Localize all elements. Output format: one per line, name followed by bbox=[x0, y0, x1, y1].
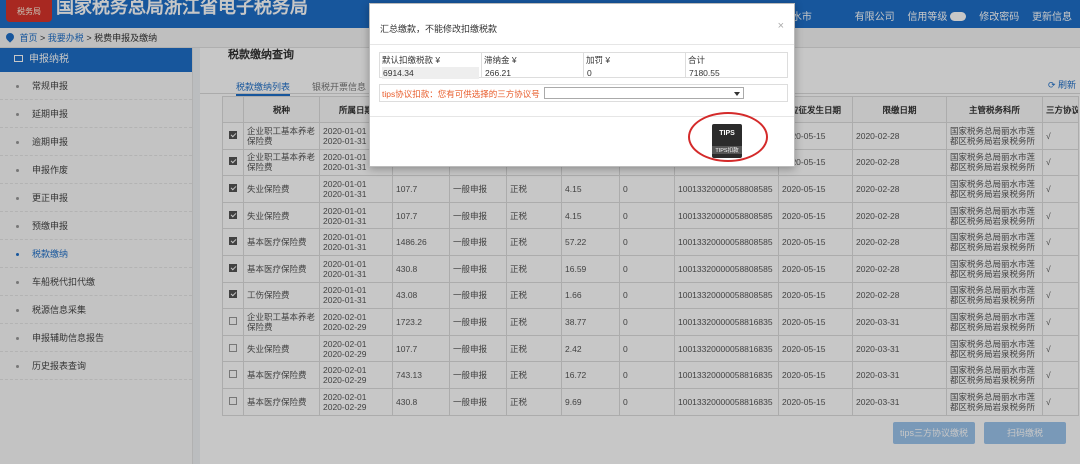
summary-cell: 默认扣缴税款 ¥6914.34 bbox=[380, 53, 482, 79]
dialog-divider bbox=[370, 44, 794, 45]
chevron-down-icon bbox=[734, 92, 740, 96]
close-icon[interactable]: × bbox=[778, 20, 784, 32]
highlight-circle bbox=[688, 112, 768, 162]
summary-cell: 滞纳金 ¥266.21 bbox=[482, 53, 584, 79]
agreement-select[interactable] bbox=[544, 87, 744, 99]
summary-table: 默认扣缴税款 ¥6914.34 滞纳金 ¥266.21 加罚 ¥0 合计 7180.55 bbox=[379, 52, 788, 79]
dialog-title: 汇总缴款，不能修改扣缴税款 bbox=[380, 24, 498, 34]
summary-value[interactable]: 266.21 bbox=[484, 67, 581, 79]
summary-value: 6914.34 bbox=[382, 67, 479, 79]
summary-cell: 合计 7180.55 bbox=[686, 53, 787, 79]
tips-agreement-row: tips协议扣款：您有可供选择的三方协议号 bbox=[379, 84, 788, 102]
tips-agreement-label: tips协议扣款：您有可供选择的三方协议号 bbox=[382, 89, 540, 99]
payment-dialog: 汇总缴款，不能修改扣缴税款 × 默认扣缴税款 ¥6914.34 滞纳金 ¥266.… bbox=[369, 3, 795, 167]
summary-value[interactable]: 0 bbox=[586, 67, 683, 79]
summary-value[interactable]: 7180.55 bbox=[688, 67, 785, 79]
summary-cell: 加罚 ¥0 bbox=[584, 53, 686, 79]
